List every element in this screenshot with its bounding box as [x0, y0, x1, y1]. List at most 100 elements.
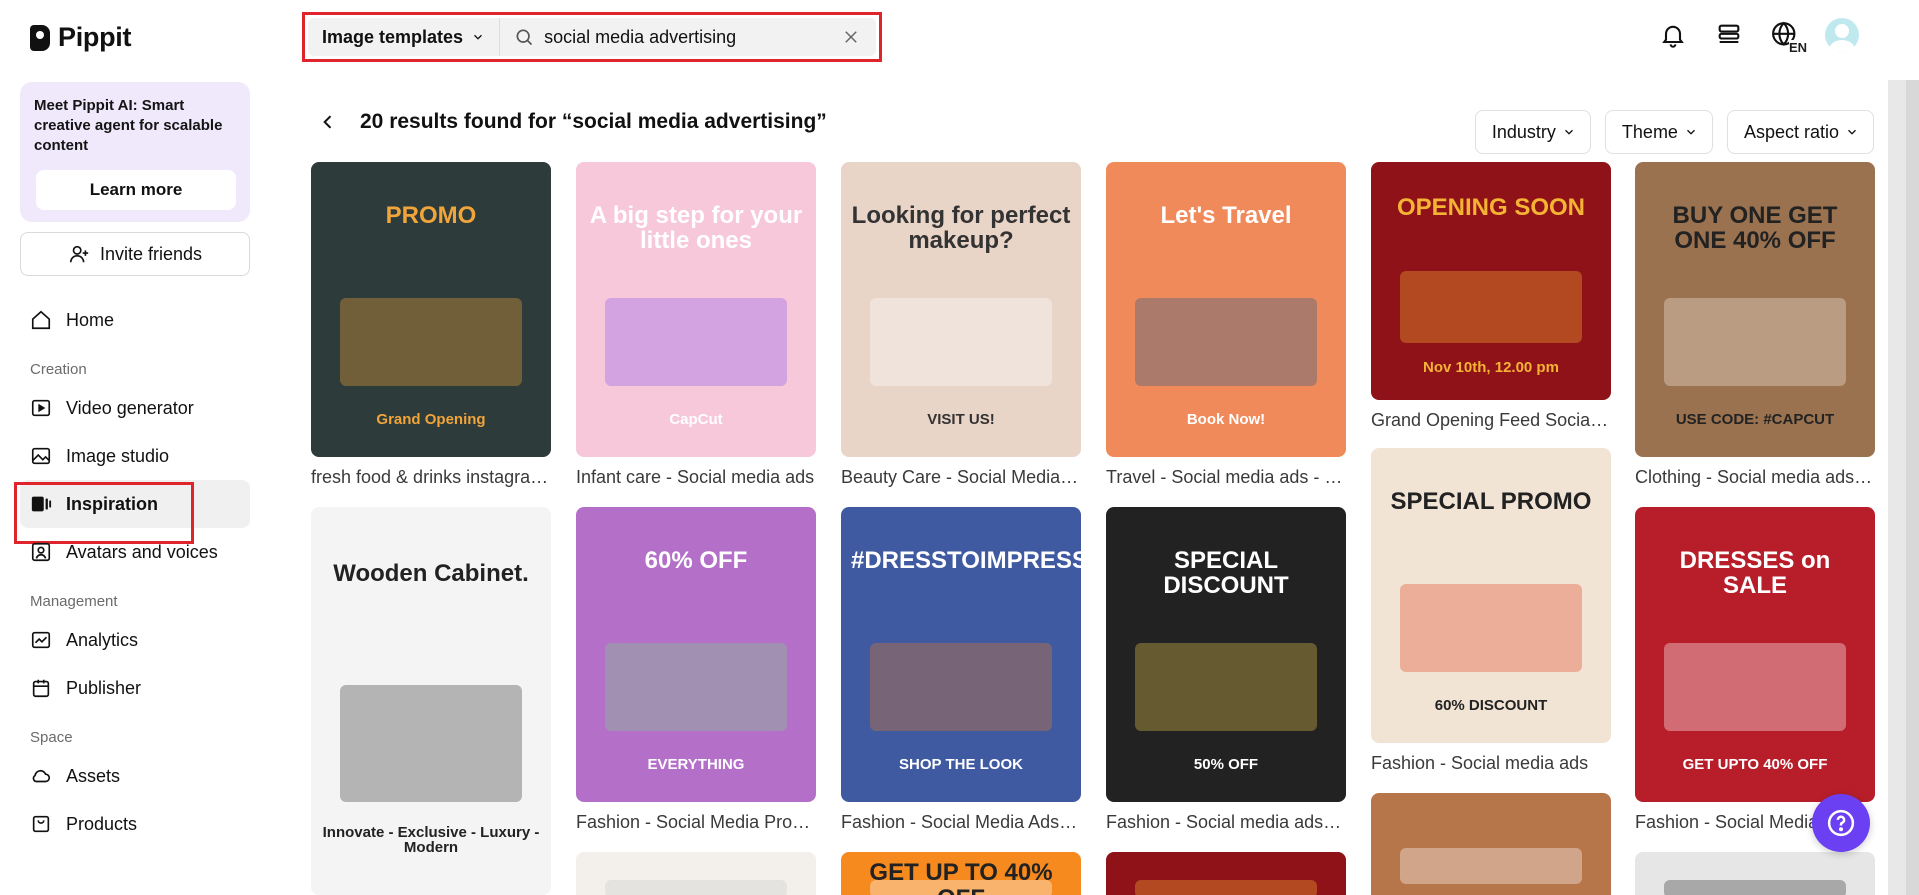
template-card[interactable]: SPECIAL PROMO 60% DISCOUNT Fashion - Socia… — [1371, 448, 1611, 774]
thumbnail-subtext: Grand Opening — [376, 410, 486, 428]
sidebar-item-assets[interactable]: Assets — [20, 752, 250, 800]
thumbnail-accent — [339, 297, 523, 387]
nav-section-creation: Creation — [30, 361, 87, 378]
bell-icon[interactable] — [1657, 19, 1689, 51]
template-thumbnail[interactable]: SPECIAL DISCOUNT 50% OFF — [1106, 507, 1346, 802]
analytics-icon — [30, 629, 52, 651]
cloud-icon — [30, 765, 52, 787]
template-card[interactable]: 60% OFF EVERYTHING Fashion - Social Media … — [576, 507, 816, 833]
filter-label: Industry — [1491, 121, 1556, 142]
template-card[interactable]: SPECIAL DISCOUNT 50% OFF Fashion - Social … — [1106, 507, 1346, 833]
thumbnail-subtext: GET UPTO 40% OFF — [1682, 755, 1828, 773]
template-title[interactable]: Fashion - Social Media Ads - Instagram p… — [841, 812, 1081, 833]
template-thumbnail[interactable]: Wooden Cabinet. Innovate - Exclusive - Lu… — [311, 507, 551, 895]
template-title[interactable]: Fashion - Social media ads — [1371, 753, 1611, 774]
sidebar-item-products[interactable]: Products — [20, 800, 250, 848]
chevron-down-icon — [1686, 129, 1695, 135]
sidebar-item-label: Avatars and voices — [66, 541, 218, 562]
template-thumbnail[interactable] — [1106, 852, 1346, 895]
template-card[interactable]: Wooden Cabinet. Innovate - Exclusive - Lu… — [311, 507, 551, 895]
template-thumbnail[interactable]: #DRESSTOIMPRESS SHOP THE LOOK — [841, 507, 1081, 802]
invite-friends-label: Invite friends — [99, 243, 203, 264]
sidebar-item-avatars-and-voices[interactable]: Avatars and voices — [20, 528, 250, 576]
thumbnail-accent — [1663, 642, 1847, 732]
template-card[interactable]: DRESSES on SALE GET UPTO 40% OFF Fashion -… — [1635, 507, 1875, 833]
template-thumbnail[interactable] — [576, 852, 816, 895]
template-card[interactable] — [576, 852, 816, 895]
template-title[interactable]: Travel - Social media ads - Instagram po… — [1106, 467, 1346, 488]
template-title[interactable]: Infant care - Social media ads — [576, 467, 816, 488]
template-thumbnail[interactable]: PROMO Grand Opening — [311, 162, 551, 457]
pippit-ai-promo-card: Meet Pippit AI: Smart creative agent for… — [20, 82, 250, 222]
thumbnail-accent — [339, 685, 523, 802]
thumbnail-headline: BUY ONE GET ONE 40% OFF — [1672, 202, 1838, 255]
template-card[interactable] — [1106, 852, 1346, 895]
close-icon[interactable] — [842, 28, 860, 46]
filter-theme[interactable]: Theme — [1604, 110, 1713, 154]
sidebar-item-video-generator[interactable]: Video generator — [20, 384, 250, 432]
thumbnail-headline: Let's Travel — [1160, 202, 1292, 230]
sidebar-item-publisher[interactable]: Publisher — [20, 664, 250, 712]
template-card[interactable]: OPENING SOON Nov 10th, 12.00 pm Grand Open… — [1371, 162, 1611, 431]
filter-aspect-ratio[interactable]: Aspect ratio — [1726, 110, 1874, 154]
sidebar-item-label: Analytics — [66, 629, 139, 650]
app-name: Pippit — [58, 22, 132, 52]
template-title[interactable]: Fashion - Social Media Promo — [576, 812, 816, 833]
template-type-dropdown[interactable]: Image templates — [308, 18, 501, 56]
layers-icon[interactable] — [1713, 19, 1745, 51]
sidebar-item-inspiration[interactable]: Inspiration — [14, 480, 250, 544]
thumbnail-subtext: 60% DISCOUNT — [1434, 696, 1548, 714]
thumbnail-headline: Looking for perfect makeup? — [851, 202, 1071, 255]
template-title[interactable]: fresh food & drinks instagram post — [311, 467, 551, 488]
thumbnail-subtext: Nov 10th, 12.00 pm — [1423, 359, 1559, 377]
template-title[interactable]: Fashion - Social media ads - Instagram p… — [1106, 812, 1346, 833]
template-card[interactable] — [1371, 793, 1611, 895]
invite-friends-button[interactable]: Invite friends — [20, 232, 250, 276]
language-icon[interactable]: EN — [1769, 19, 1807, 55]
template-thumbnail[interactable] — [1371, 793, 1611, 895]
template-thumbnail[interactable]: 60% OFF EVERYTHING — [576, 507, 816, 802]
template-card[interactable]: #DRESSTOIMPRESS SHOP THE LOOK Fashion - So… — [841, 507, 1081, 833]
template-card[interactable]: GET UP TO 40% OFF — [841, 852, 1081, 895]
filter-industry[interactable]: Industry — [1474, 110, 1591, 154]
template-card[interactable]: PROMO Grand Opening fresh food & drinks in… — [311, 162, 551, 488]
template-card[interactable]: BUY ONE GET ONE 40% OFF USE CODE: #CAPCUT… — [1635, 162, 1875, 488]
sidebar-item-image-studio[interactable]: Image studio — [20, 432, 250, 480]
template-thumbnail[interactable]: Looking for perfect makeup? VISIT US! — [841, 162, 1081, 457]
thumbnail-headline: SPECIAL PROMO — [1390, 488, 1592, 516]
template-card[interactable]: Looking for perfect makeup? VISIT US! Beau… — [841, 162, 1081, 488]
template-thumbnail[interactable]: GET UP TO 40% OFF — [841, 852, 1081, 895]
template-thumbnail[interactable]: Let's Travel Book Now! — [1106, 162, 1346, 457]
thumbnail-headline: PROMO — [385, 202, 477, 230]
thumbnail-accent — [604, 297, 788, 387]
template-title[interactable]: Clothing - Social media ads - Instagram … — [1635, 467, 1875, 488]
template-card[interactable]: Let's Travel Book Now! Travel - Social med… — [1106, 162, 1346, 488]
sidebar-item-label: Video generator — [66, 397, 194, 418]
back-arrow-icon[interactable] — [318, 112, 338, 132]
template-thumbnail[interactable]: BUY ONE GET ONE 40% OFF USE CODE: #CAPCUT — [1635, 162, 1875, 457]
template-thumbnail[interactable] — [1635, 852, 1875, 895]
image-studio-icon — [30, 445, 52, 467]
thumbnail-subtext: Innovate - Exclusive - Luxury - Modern — [322, 823, 540, 857]
template-thumbnail[interactable]: DRESSES on SALE GET UPTO 40% OFF — [1635, 507, 1875, 802]
language-code: EN — [1788, 40, 1807, 55]
template-thumbnail[interactable]: SPECIAL PROMO 60% DISCOUNT — [1371, 448, 1611, 743]
thumbnail-accent — [1663, 879, 1847, 895]
search-input[interactable] — [534, 18, 842, 56]
template-card[interactable]: A big step for your little ones CapCut Inf… — [576, 162, 816, 488]
learn-more-button[interactable]: Learn more — [36, 170, 236, 210]
template-thumbnail[interactable]: A big step for your little ones CapCut — [576, 162, 816, 457]
template-thumbnail[interactable]: OPENING SOON Nov 10th, 12.00 pm — [1371, 162, 1611, 400]
thumbnail-headline: GET UP TO 40% OFF — [869, 859, 1053, 895]
thumbnail-accent — [869, 642, 1053, 732]
help-button[interactable] — [1812, 794, 1870, 852]
pippit-logo[interactable]: Pippit — [30, 22, 132, 53]
sidebar-item-analytics[interactable]: Analytics — [20, 616, 250, 664]
template-title[interactable]: Beauty Care - Social Media Ads — [841, 467, 1081, 488]
template-card[interactable] — [1635, 852, 1875, 895]
thumbnail-accent — [1134, 297, 1318, 387]
thumbnail-subtext: USE CODE: #CAPCUT — [1675, 410, 1835, 428]
template-title[interactable]: Grand Opening Feed Social Media Post — [1371, 410, 1611, 431]
sidebar-item-home[interactable]: Home — [20, 296, 250, 344]
avatar[interactable] — [1825, 18, 1859, 52]
